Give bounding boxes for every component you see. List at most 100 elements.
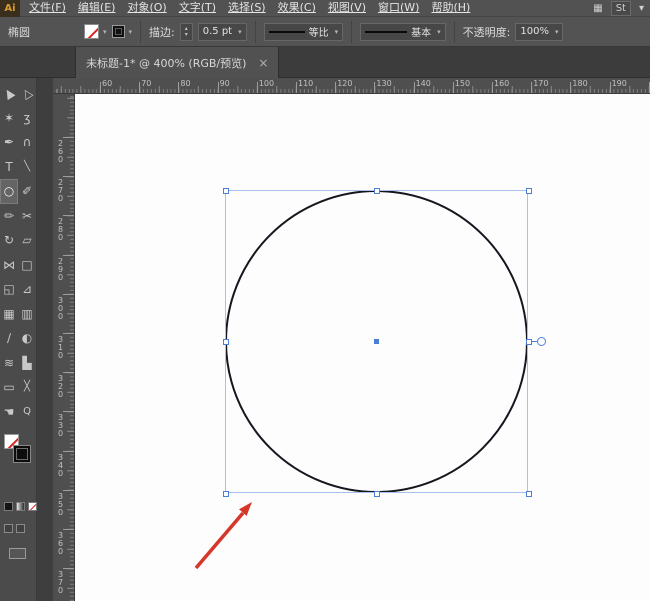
symbol-sprayer-tool[interactable]: ≋	[0, 351, 18, 376]
magic-wand-tool-icon: ✶	[3, 110, 15, 125]
selection-handle-n[interactable]	[374, 188, 380, 194]
illustrator-window: Ai 文件(F) 编辑(E) 对象(O) 文字(T) 选择(S) 效果(C) 视图(V) 窗口…	[0, 0, 650, 601]
live-shape-side-widget[interactable]	[531, 337, 546, 346]
selection-tool[interactable]: ▲	[0, 81, 18, 106]
width-profile-select[interactable]: 等比 ▾	[263, 22, 344, 41]
control-bar: 椭圆 ▾ ▾ 描边: ▴ ▾ 0.5 pt ▾ 等比 ▾ 基本 ▾ 不透明度: …	[0, 17, 650, 47]
h-ruler-label: 130	[376, 79, 392, 88]
pencil-tool[interactable]: ✏	[0, 204, 18, 229]
stroke-swatch-black[interactable]	[13, 445, 31, 463]
menu-item[interactable]: 视图(V)	[322, 0, 372, 16]
direct-selection-tool[interactable]: △	[18, 81, 36, 106]
magic-wand-tool[interactable]: ✶	[0, 106, 18, 131]
fill-color-dropdown[interactable]: ▾	[84, 24, 107, 39]
paintbrush-tool[interactable]: ✐	[18, 179, 36, 204]
type-tool[interactable]: T	[0, 155, 18, 180]
menubar: Ai 文件(F) 编辑(E) 对象(O) 文字(T) 选择(S) 效果(C) 视图(V) 窗口…	[0, 0, 650, 17]
stepper-down-icon[interactable]: ▾	[185, 31, 188, 38]
ruler-tick	[570, 82, 572, 93]
h-ruler-label: 80	[180, 79, 191, 88]
h-ruler-label: 180	[572, 79, 588, 88]
zoom-tool[interactable]: Q	[18, 400, 36, 425]
zoom-tool-icon: Q	[23, 405, 31, 417]
gradient-tool[interactable]: ▥	[18, 302, 36, 327]
selection-handle-s[interactable]	[374, 491, 380, 497]
none-button[interactable]	[28, 502, 37, 511]
h-ruler-label: 110	[298, 79, 314, 88]
menu-item[interactable]: 对象(O)	[121, 0, 172, 16]
fill-none-swatch[interactable]	[84, 24, 99, 39]
stroke-color-swatch[interactable]	[111, 25, 125, 38]
curvature-tool[interactable]: ∩	[18, 130, 36, 155]
menu-item[interactable]: 文字(T)	[173, 0, 222, 16]
shape-builder-tool[interactable]: ◱	[0, 277, 18, 302]
menu-item[interactable]: 效果(C)	[272, 0, 322, 16]
column-graph-tool[interactable]: ▙	[18, 351, 36, 376]
selection-handle-w[interactable]	[223, 339, 229, 345]
draw-normal-button[interactable]	[4, 524, 13, 533]
slice-tool[interactable]: ╳	[18, 375, 36, 400]
artboard-tool-icon: ▭	[3, 380, 15, 395]
color-button[interactable]	[4, 502, 13, 511]
artboard-tool[interactable]: ▭	[0, 375, 18, 400]
ruler-tick	[100, 82, 101, 93]
selection-handle-ne[interactable]	[526, 188, 532, 194]
hand-tool[interactable]: ☚	[0, 400, 18, 425]
eyedropper-tool[interactable]: ∕	[0, 326, 18, 351]
menu-item[interactable]: 选择(S)	[222, 0, 272, 16]
hand-tool-icon: ☚	[3, 404, 15, 419]
screen-mode-button[interactable]	[9, 548, 26, 559]
menu-item[interactable]: 文件(F)	[23, 0, 72, 16]
free-transform-tool[interactable]: □	[18, 253, 36, 278]
artboard-canvas[interactable]	[75, 94, 650, 601]
lasso-tool[interactable]: ʒ	[18, 106, 36, 131]
v-ruler-label: 320	[56, 374, 65, 399]
mesh-tool[interactable]: ▦	[0, 302, 18, 327]
h-ruler-label: 60	[102, 79, 113, 88]
width-tool[interactable]: ⋈	[0, 253, 18, 278]
selection-handle-se[interactable]	[526, 491, 532, 497]
scale-tool[interactable]: ▱	[18, 228, 36, 253]
brush-line-preview	[365, 30, 408, 33]
drawing-mode-buttons	[4, 524, 25, 533]
blend-tool[interactable]: ◐	[18, 326, 36, 351]
h-ruler-label: 150	[454, 79, 471, 88]
stroke-color-dropdown[interactable]: ▾	[111, 25, 132, 38]
stroke-weight-stepper[interactable]: ▴ ▾	[179, 22, 193, 41]
selection-handle-nw[interactable]	[223, 188, 229, 194]
v-ruler-label: 370	[56, 570, 65, 595]
separator	[351, 20, 353, 43]
gradient-button[interactable]	[16, 502, 25, 511]
shape-center-point[interactable]	[374, 339, 379, 344]
selection-handle-e[interactable]	[526, 339, 532, 345]
ruler-tick	[139, 82, 141, 93]
workspace-button[interactable]: St	[610, 0, 631, 16]
menu-item[interactable]: 窗口(W)	[372, 0, 425, 16]
pen-tool[interactable]: ✒	[0, 130, 18, 155]
arrange-documents-icon[interactable]: ▦	[593, 3, 602, 14]
ellipse-tool[interactable]: ○	[0, 179, 18, 204]
brush-definition-value: 基本	[411, 28, 432, 39]
h-ruler-labels: 6070809010011012013014015016017018019020…	[53, 78, 650, 93]
menu-item[interactable]: 帮助(H)	[425, 0, 476, 16]
opacity-select[interactable]: 100% ▾	[515, 22, 564, 41]
brush-definition-select[interactable]: 基本 ▾	[360, 22, 446, 41]
selection-handle-sw[interactable]	[223, 491, 229, 497]
rotate-tool[interactable]: ↻	[0, 228, 18, 253]
perspective-grid-tool[interactable]: ⊿	[18, 277, 36, 302]
tab-close-icon[interactable]: ×	[258, 56, 268, 70]
draw-behind-button[interactable]	[16, 524, 25, 533]
ruler-tick	[374, 82, 376, 93]
ruler-tick	[296, 82, 297, 93]
chevron-down-icon[interactable]: ▾	[639, 3, 644, 14]
menu-item[interactable]: 编辑(E)	[72, 0, 122, 16]
scissors-tool[interactable]: ✂	[18, 204, 36, 229]
v-ruler-label: 280	[56, 217, 65, 242]
stroke-weight-select[interactable]: 0.5 pt ▾	[197, 22, 247, 41]
line-segment-tool[interactable]: ╲	[18, 155, 36, 180]
document-tab-title: 未标题-1* @ 400% (RGB/预览)	[86, 56, 247, 70]
stroke-line-preview	[268, 30, 305, 33]
lasso-tool-icon: ʒ	[23, 110, 31, 125]
ruler-tick	[609, 82, 611, 93]
document-tab[interactable]: 未标题-1* @ 400% (RGB/预览) ×	[75, 47, 280, 78]
